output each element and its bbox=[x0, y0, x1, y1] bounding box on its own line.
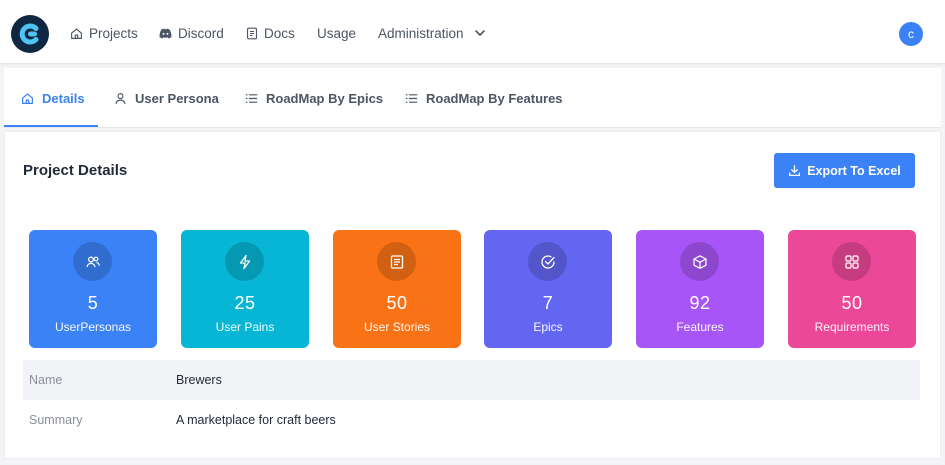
nav-administration[interactable]: Administration bbox=[378, 22, 492, 44]
stat-card-features[interactable]: 92 Features bbox=[636, 230, 764, 348]
stat-card-epics[interactable]: 7 Epics bbox=[484, 230, 612, 348]
stat-value: 50 bbox=[386, 293, 408, 313]
stat-label: UserPersonas bbox=[54, 320, 132, 334]
nav-discord-label: Discord bbox=[178, 25, 224, 41]
logo-icon bbox=[19, 23, 39, 45]
book-icon bbox=[390, 254, 403, 269]
detail-key: Summary bbox=[29, 413, 83, 427]
active-tab-indicator bbox=[4, 125, 98, 127]
stat-value: 25 bbox=[234, 293, 256, 313]
nav-usage[interactable]: Usage bbox=[317, 22, 356, 44]
project-details-panel: Project Details Export To Excel 5 UserPe… bbox=[4, 131, 941, 459]
nav-administration-label: Administration bbox=[378, 25, 464, 41]
stat-value: 7 bbox=[542, 293, 554, 313]
chevron-down-icon bbox=[474, 30, 485, 36]
stat-value: 92 bbox=[689, 293, 711, 313]
document-icon bbox=[246, 27, 258, 39]
discord-icon bbox=[159, 28, 172, 39]
stat-value: 50 bbox=[841, 293, 863, 313]
tab-roadmap-features[interactable]: RoadMap By Features bbox=[405, 68, 563, 128]
top-navbar: Projects Discord Docs Usage Administrati… bbox=[0, 0, 945, 64]
stat-label: Requirements bbox=[814, 320, 890, 334]
download-icon bbox=[789, 165, 801, 176]
avatar-initial: c bbox=[908, 27, 914, 41]
stat-label: User Pains bbox=[215, 320, 275, 334]
user-icon bbox=[115, 92, 126, 104]
tab-roadmap-epics[interactable]: RoadMap By Epics bbox=[245, 68, 383, 128]
tab-details[interactable]: Details bbox=[21, 68, 85, 128]
detail-row-summary: Summary A marketplace for craft beers bbox=[23, 400, 920, 440]
stat-card-user-personas[interactable]: 5 UserPersonas bbox=[29, 230, 157, 348]
list-icon bbox=[245, 93, 258, 103]
tab-user-persona[interactable]: User Persona bbox=[114, 68, 219, 128]
export-to-excel-button[interactable]: Export To Excel bbox=[774, 153, 915, 188]
lightning-icon bbox=[239, 254, 250, 269]
stat-label: Epics bbox=[533, 320, 563, 334]
nav-docs-label: Docs bbox=[264, 25, 295, 41]
nav-projects[interactable]: Projects bbox=[70, 22, 138, 44]
stat-label: Features bbox=[676, 320, 724, 334]
tab-roadmap-features-label: RoadMap By Features bbox=[426, 90, 563, 106]
detail-value: Brewers bbox=[176, 373, 222, 387]
stat-value: 5 bbox=[87, 293, 99, 313]
nav-usage-label: Usage bbox=[317, 25, 357, 41]
list-icon bbox=[405, 93, 418, 103]
nav-docs[interactable]: Docs bbox=[246, 22, 295, 44]
panel-title: Project Details bbox=[23, 162, 128, 179]
export-button-label: Export To Excel bbox=[807, 163, 901, 178]
nav-projects-label: Projects bbox=[89, 25, 138, 41]
nav-discord[interactable]: Discord bbox=[159, 22, 224, 44]
stat-card-user-pains[interactable]: 25 User Pains bbox=[181, 230, 309, 348]
home-icon bbox=[22, 92, 33, 104]
detail-value: A marketplace for craft beers bbox=[176, 413, 336, 427]
tab-user-persona-label: User Persona bbox=[135, 90, 219, 106]
grid-icon bbox=[844, 254, 859, 269]
stat-label: User Stories bbox=[363, 320, 431, 334]
tab-bar: Details User Persona RoadMap By Epics Ro… bbox=[4, 68, 941, 128]
tab-details-label: Details bbox=[42, 90, 85, 106]
home-icon bbox=[71, 27, 82, 39]
detail-row-name: Name Brewers bbox=[23, 360, 920, 400]
stat-card-requirements[interactable]: 50 Requirements bbox=[788, 230, 916, 348]
user-avatar[interactable]: c bbox=[899, 22, 923, 46]
check-circle-icon bbox=[540, 254, 555, 269]
detail-key: Name bbox=[29, 373, 63, 387]
users-icon bbox=[85, 256, 100, 267]
tab-roadmap-epics-label: RoadMap By Epics bbox=[266, 90, 384, 106]
stat-card-user-stories[interactable]: 50 User Stories bbox=[333, 230, 461, 348]
box-icon bbox=[692, 254, 707, 269]
app-logo[interactable] bbox=[11, 15, 49, 53]
